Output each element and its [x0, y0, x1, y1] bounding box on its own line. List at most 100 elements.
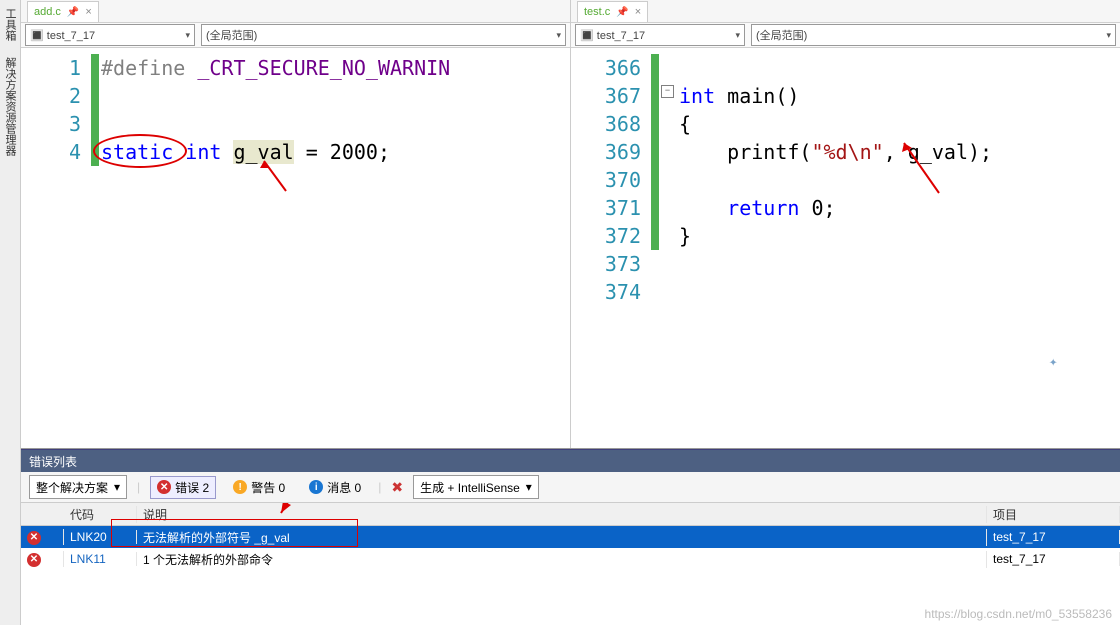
line-number: 4	[21, 138, 81, 166]
line-gutter: 1 2 3 4	[21, 48, 91, 448]
token-text: main()	[715, 84, 799, 108]
change-marker	[651, 194, 659, 222]
token-text: 0;	[799, 196, 835, 220]
collapse-toggle-icon[interactable]: −	[661, 85, 674, 98]
token-text: = 2000;	[294, 140, 390, 164]
scope-combo[interactable]: (全局范围) ▾	[751, 24, 1116, 46]
info-icon: i	[309, 480, 323, 494]
error-list-panel: 错误列表 整个解决方案 ▾ | ✕ 错误 2 ! 警告 0 i 消息 0	[21, 449, 1120, 625]
main-area: add.c 📌 × 🔳 test_7_17 ▾ (全局范围) ▾	[21, 0, 1120, 625]
token-keyword: return	[727, 196, 799, 220]
code-text-left[interactable]: #define _CRT_SECURE_NO_WARNIN static int…	[101, 48, 570, 448]
scope-combo[interactable]: (全局范围) ▾	[201, 24, 566, 46]
token-brace: }	[679, 224, 691, 248]
error-row[interactable]: ✕ LNK11 1 个无法解析的外部命令 test_7_17	[21, 548, 1120, 570]
app-root: 工具箱 解决方案资源管理器 add.c 📌 × 🔳 test_7_17 ▾	[0, 0, 1120, 625]
chevron-down-icon: ▾	[185, 30, 190, 41]
error-code: LNK11	[64, 552, 137, 566]
line-number: 1	[21, 54, 81, 82]
token-preproc: #define	[101, 56, 197, 80]
chevron-down-icon: ▾	[114, 480, 120, 494]
editor-pane-right: test.c 📌 × 🔳 test_7_17 ▾ (全局范围) ▾	[571, 0, 1120, 448]
close-icon[interactable]: ×	[85, 6, 91, 18]
code-area-left[interactable]: 1 2 3 4 #define _CRT_SECURE_NO_WARNIN st…	[21, 48, 570, 448]
chevron-down-icon: ▾	[735, 30, 740, 41]
error-scope-combo[interactable]: 整个解决方案 ▾	[29, 475, 127, 499]
close-icon[interactable]: ×	[635, 6, 641, 18]
token-text: (	[799, 140, 811, 164]
project-combo-label: test_7_17	[47, 30, 95, 42]
error-list-title: 错误列表	[21, 450, 1120, 472]
error-list-toolbar: 整个解决方案 ▾ | ✕ 错误 2 ! 警告 0 i 消息 0 | ✖‍	[21, 472, 1120, 503]
change-marker-col	[91, 48, 101, 448]
file-tab-test-c[interactable]: test.c 📌 ×	[577, 1, 648, 22]
outline-col: −	[661, 48, 679, 448]
file-tab-label: test.c	[584, 6, 610, 18]
line-number: 371	[571, 194, 641, 222]
error-proj: test_7_17	[987, 530, 1120, 544]
line-number: 367	[571, 82, 641, 110]
filter-errors-label: 错误 2	[175, 479, 209, 496]
nav-bar-left: 🔳 test_7_17 ▾ (全局范围) ▾	[21, 23, 570, 48]
change-marker	[91, 82, 99, 110]
change-marker	[651, 82, 659, 110]
filter-messages[interactable]: i 消息 0	[302, 476, 368, 499]
error-proj: test_7_17	[987, 552, 1120, 566]
error-icon: ✕	[157, 480, 171, 494]
project-combo[interactable]: 🔳 test_7_17 ▾	[575, 24, 745, 46]
editor-pane-left: add.c 📌 × 🔳 test_7_17 ▾ (全局范围) ▾	[21, 0, 571, 448]
tabstrip-left: add.c 📌 ×	[21, 0, 570, 23]
change-marker-col	[651, 48, 661, 448]
change-marker	[651, 278, 659, 306]
token-keyword: int	[185, 140, 221, 164]
line-number: 369	[571, 138, 641, 166]
chevron-down-icon: ▾	[1106, 30, 1111, 41]
editor-split: add.c 📌 × 🔳 test_7_17 ▾ (全局范围) ▾	[21, 0, 1120, 449]
warning-icon: !	[233, 480, 247, 494]
filter-messages-label: 消息 0	[327, 479, 361, 496]
line-number: 374	[571, 278, 641, 306]
build-source-combo[interactable]: 生成 + IntelliSense ▾	[413, 475, 539, 499]
change-marker	[651, 54, 659, 82]
pin-icon[interactable]: 📌	[616, 7, 628, 18]
error-scope-label: 整个解决方案	[36, 479, 108, 496]
token-text: , g_val);	[884, 140, 992, 164]
col-proj[interactable]: 项目	[987, 506, 1120, 523]
project-combo[interactable]: 🔳 test_7_17 ▾	[25, 24, 195, 46]
annotation-box	[111, 519, 358, 547]
tabstrip-right: test.c 📌 ×	[571, 0, 1120, 23]
change-marker	[91, 54, 99, 82]
line-gutter: 366 367 368 369 370 371 372 373 374	[571, 48, 651, 448]
pin-icon[interactable]: 📌	[67, 7, 79, 18]
filter-errors[interactable]: ✕ 错误 2	[150, 476, 216, 499]
change-marker	[651, 138, 659, 166]
chevron-down-icon: ▾	[526, 480, 532, 494]
code-area-right[interactable]: 366 367 368 369 370 371 372 373 374	[571, 48, 1120, 448]
build-source-label: 生成 + IntelliSense	[420, 479, 520, 496]
nav-bar-right: 🔳 test_7_17 ▾ (全局范围) ▾	[571, 23, 1120, 48]
rail-solution-explorer[interactable]: 解决方案资源管理器	[0, 53, 20, 160]
scope-combo-label: (全局范围)	[206, 27, 257, 43]
file-tab-label: add.c	[34, 6, 61, 18]
error-icon: ✕	[27, 553, 41, 567]
change-marker	[651, 166, 659, 194]
change-marker	[91, 110, 99, 138]
code-text-right[interactable]: int main() { printf("%d\n", g_val); retu…	[679, 48, 1120, 448]
line-number: 368	[571, 110, 641, 138]
line-number: 3	[21, 110, 81, 138]
line-number: 370	[571, 166, 641, 194]
change-marker	[651, 110, 659, 138]
project-combo-label: test_7_17	[597, 30, 645, 42]
line-number: 366	[571, 54, 641, 82]
token-brace: {	[679, 112, 691, 136]
side-rail: 工具箱 解决方案资源管理器	[0, 0, 21, 625]
error-icon: ✕	[27, 531, 41, 545]
annotation-ellipse	[93, 134, 187, 168]
filter-warnings[interactable]: ! 警告 0	[226, 476, 292, 499]
line-number: 373	[571, 250, 641, 278]
clear-filter-icon[interactable]: ✖‍	[391, 479, 403, 496]
rail-toolbox[interactable]: 工具箱	[0, 4, 20, 45]
file-tab-add-c[interactable]: add.c 📌 ×	[27, 1, 99, 22]
end-of-file-icon: ✦	[1049, 348, 1057, 376]
chevron-down-icon: ▾	[556, 30, 561, 41]
